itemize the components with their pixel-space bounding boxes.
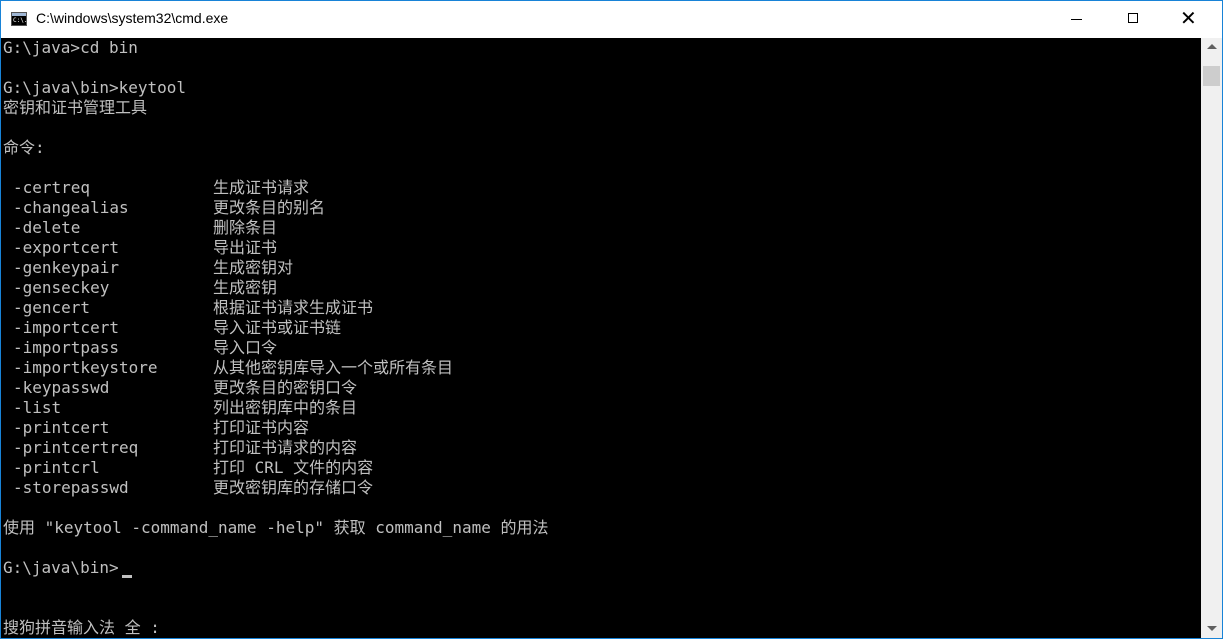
command-name: -gencert [13, 298, 91, 317]
command-name: -delete [13, 218, 81, 237]
command-row: -genkeypair 生成密钥对 [3, 258, 1193, 278]
command-name: -importcert [13, 318, 119, 337]
command-row: -list 列出密钥库中的条目 [3, 398, 1193, 418]
command-name: -storepasswd [13, 478, 129, 497]
command-row: -genseckey 生成密钥 [3, 278, 1193, 298]
command-row: -keypasswd 更改条目的密钥口令 [3, 378, 1193, 398]
scroll-thumb[interactable] [1203, 66, 1220, 86]
scroll-down-icon[interactable] [1207, 626, 1217, 631]
command-name: -importpass [13, 338, 119, 357]
window-title: C:\windows\system32\cmd.exe [36, 10, 229, 26]
command-desc: 生成证书请求 [213, 178, 310, 197]
console-line: G:\java>cd bin [3, 38, 138, 57]
command-name: -genkeypair [13, 258, 119, 277]
command-row: -printcertreq 打印证书请求的内容 [3, 438, 1193, 458]
command-desc: 删除条目 [213, 218, 278, 237]
command-name: -printcrl [13, 458, 100, 477]
command-desc: 生成密钥对 [213, 258, 294, 277]
command-name: -genseckey [13, 278, 110, 297]
text-cursor [122, 575, 132, 578]
commands-label: 命令: [3, 138, 45, 157]
usage-line: 使用 "keytool -command_name -help" 获取 comm… [3, 518, 549, 537]
command-desc: 根据证书请求生成证书 [213, 298, 374, 317]
cmd-app-icon[interactable]: C:\. [11, 12, 27, 26]
command-name: -changealias [13, 198, 129, 217]
command-desc: 打印证书内容 [213, 418, 310, 437]
minimize-button[interactable] [1054, 1, 1100, 38]
command-row: -changealias 更改条目的别名 [3, 198, 1193, 218]
console-line: G:\java\bin>keytool [3, 78, 187, 97]
command-name: -certreq [13, 178, 91, 197]
vertical-scrollbar[interactable] [1201, 38, 1222, 638]
cmd-window: C:\. C:\windows\system32\cmd.exe ✕ G:\ja… [0, 0, 1223, 639]
close-icon: ✕ [1180, 6, 1197, 30]
command-desc: 更改密钥库的存储口令 [213, 478, 374, 497]
command-row: -printcert 打印证书内容 [3, 418, 1193, 438]
console-output[interactable]: G:\java>cd bin G:\java\bin>keytool 密钥和证书… [1, 38, 1201, 638]
maximize-button[interactable] [1110, 1, 1156, 38]
command-row: -exportcert 导出证书 [3, 238, 1193, 258]
minimize-icon [1071, 19, 1082, 20]
maximize-icon [1128, 13, 1138, 23]
current-prompt: G:\java\bin> [3, 558, 119, 577]
command-name: -importkeystore [13, 358, 158, 377]
title-bar[interactable]: C:\. C:\windows\system32\cmd.exe ✕ [1, 1, 1222, 38]
command-name: -printcert [13, 418, 110, 437]
close-button[interactable]: ✕ [1165, 1, 1211, 38]
command-desc: 从其他密钥库导入一个或所有条目 [213, 358, 454, 377]
command-name: -printcertreq [13, 438, 139, 457]
command-name: -keypasswd [13, 378, 110, 397]
console-heading: 密钥和证书管理工具 [3, 98, 148, 117]
command-name: -list [13, 398, 62, 417]
command-name: -exportcert [13, 238, 119, 257]
command-desc: 打印证书请求的内容 [213, 438, 358, 457]
command-desc: 生成密钥 [213, 278, 278, 297]
command-desc: 列出密钥库中的条目 [213, 398, 358, 417]
command-row: -certreq 生成证书请求 [3, 178, 1193, 198]
command-row: -importkeystore 从其他密钥库导入一个或所有条目 [3, 358, 1193, 378]
scroll-up-icon[interactable] [1207, 44, 1217, 49]
command-desc: 导入证书或证书链 [213, 318, 342, 337]
command-desc: 导出证书 [213, 238, 278, 257]
command-desc: 更改条目的别名 [213, 198, 326, 217]
command-row: -importpass 导入口令 [3, 338, 1193, 358]
command-desc: 更改条目的密钥口令 [213, 378, 358, 397]
command-row: -importcert 导入证书或证书链 [3, 318, 1193, 338]
ime-status-bar: 搜狗拼音输入法 全 : [3, 618, 160, 637]
command-row: -printcrl 打印 CRL 文件的内容 [3, 458, 1193, 478]
command-row: -delete 删除条目 [3, 218, 1193, 238]
command-row: -gencert 根据证书请求生成证书 [3, 298, 1193, 318]
command-desc: 打印 CRL 文件的内容 [213, 458, 374, 477]
command-desc: 导入口令 [213, 338, 278, 357]
command-row: -storepasswd 更改密钥库的存储口令 [3, 478, 1193, 498]
